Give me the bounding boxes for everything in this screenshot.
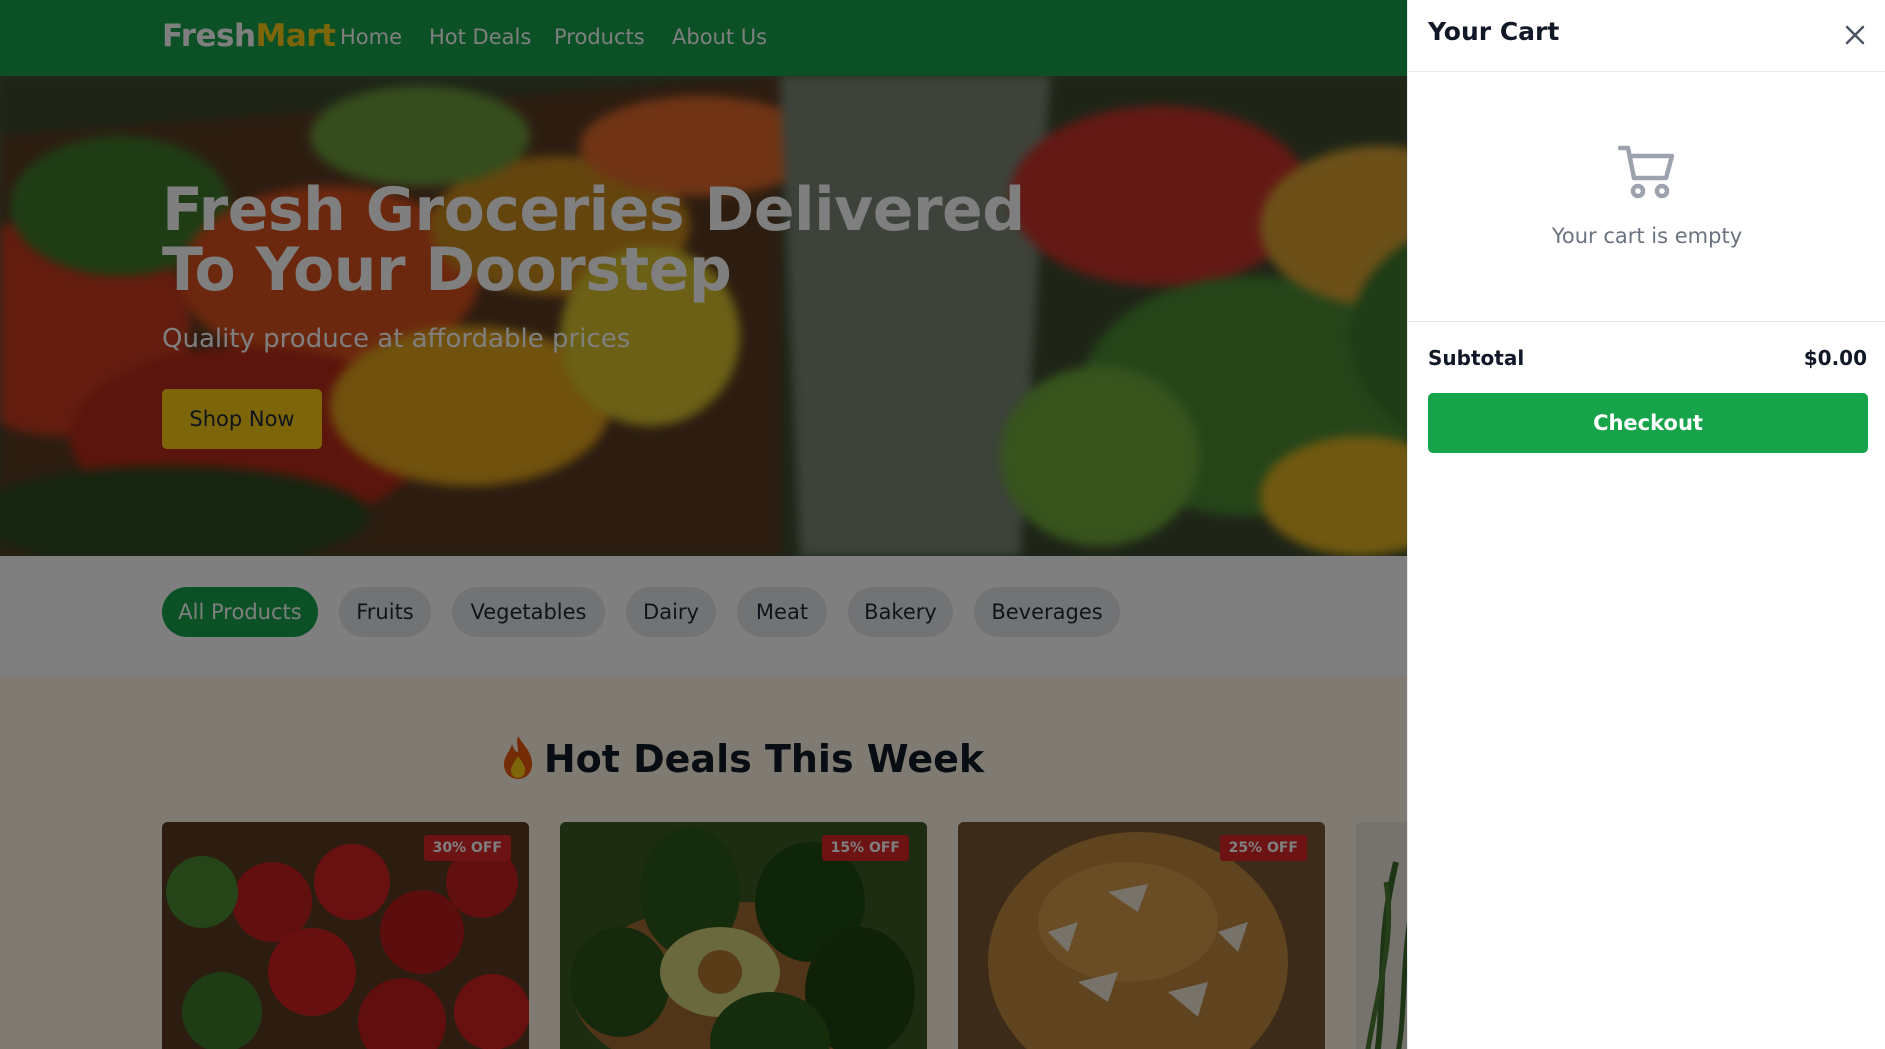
- subtotal-label: Subtotal: [1428, 346, 1525, 370]
- cart-drawer: Your Cart Your cart is empty Subtotal $0…: [1407, 0, 1885, 1049]
- cart-title: Your Cart: [1428, 17, 1560, 46]
- cart-icon: [1618, 145, 1675, 199]
- cart-header: Your Cart: [1408, 0, 1885, 72]
- cart-empty-state: Your cart is empty: [1408, 72, 1885, 322]
- close-icon[interactable]: [1838, 18, 1872, 52]
- cart-empty-message: Your cart is empty: [1551, 224, 1743, 248]
- cart-backdrop-overlay[interactable]: [0, 0, 1407, 1049]
- subtotal-value: $0.00: [1803, 346, 1867, 370]
- checkout-button[interactable]: Checkout: [1428, 393, 1868, 453]
